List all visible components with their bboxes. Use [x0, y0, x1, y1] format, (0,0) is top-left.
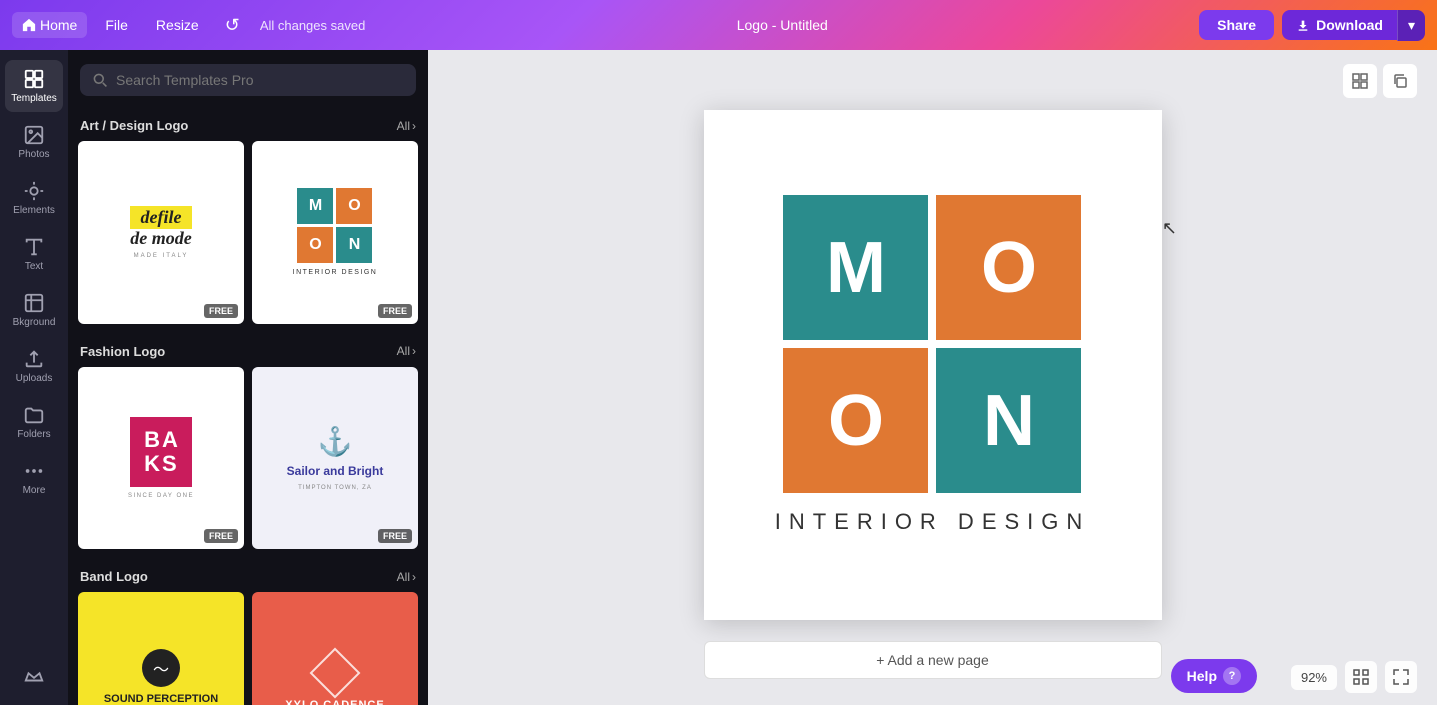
- resize-button[interactable]: Resize: [146, 12, 209, 38]
- grid-view-button[interactable]: [1345, 661, 1377, 693]
- canvas-cell-N: N: [936, 348, 1081, 493]
- cursor-indicator: ↖: [1162, 218, 1177, 239]
- band-grid: 〜 SOUND PERCEPTION ELECTRO POP XYLO CADE…: [78, 592, 418, 705]
- sidebar-item-more[interactable]: More: [5, 452, 63, 504]
- download-options-button[interactable]: ▾: [1397, 10, 1425, 41]
- question-icon: ?: [1223, 667, 1241, 685]
- band2-name: XYLO CADENCE: [285, 699, 384, 705]
- canvas-footer: 92%: [1291, 661, 1417, 693]
- sidebar-item-elements-label: Elements: [13, 205, 55, 216]
- sidebar-item-background[interactable]: Bkground: [5, 284, 63, 336]
- badge-free-art2: FREE: [378, 304, 412, 318]
- chevron-right-icon: ›: [412, 119, 416, 133]
- share-button[interactable]: Share: [1199, 10, 1274, 40]
- expand-button[interactable]: [1385, 661, 1417, 693]
- badge-free-fashion1: FREE: [204, 529, 238, 543]
- sidebar-item-photos-label: Photos: [18, 149, 49, 160]
- search-input-wrap[interactable]: [80, 64, 416, 96]
- section-title-band: Band Logo: [80, 569, 148, 584]
- save-status: All changes saved: [260, 18, 366, 33]
- band1-name: SOUND PERCEPTION: [104, 693, 218, 705]
- template-card-art2[interactable]: M O O N INTERIOR DESIGN FREE: [252, 141, 418, 324]
- zoom-level: 92%: [1301, 670, 1327, 685]
- template-card-band2[interactable]: XYLO CADENCE: [252, 592, 418, 705]
- sidebar-item-folders-label: Folders: [17, 429, 50, 440]
- sidebar-item-uploads[interactable]: Uploads: [5, 340, 63, 392]
- home-button[interactable]: Home: [12, 12, 87, 38]
- canvas-cell-M: M: [783, 195, 928, 340]
- document-title: Logo - Untitled: [737, 17, 828, 33]
- help-button[interactable]: Help ?: [1171, 659, 1257, 693]
- canvas-document[interactable]: M O O N INTERIOR DESIGN: [704, 110, 1162, 620]
- search-input[interactable]: [116, 72, 404, 88]
- fashion-grid: B A K S SINCE DAY ONE FREE ⚓ Sailor and …: [78, 367, 418, 550]
- sailor-sub: TIMPTON TOWN, ZA: [298, 485, 372, 491]
- topbar: Home File Resize ↺ All changes saved Log…: [0, 0, 1437, 50]
- template-card-fashion2[interactable]: ⚓ Sailor and Bright TIMPTON TOWN, ZA FRE…: [252, 367, 418, 550]
- sailor-name: Sailor and Bright: [287, 464, 384, 478]
- sidebar-item-photos[interactable]: Photos: [5, 116, 63, 168]
- canvas-moon-grid: M O O N: [783, 195, 1081, 493]
- art-design-grid: defile de mode MADE ITALY FREE M O O N: [78, 141, 418, 324]
- baks-since-label: SINCE DAY ONE: [128, 493, 194, 499]
- zoom-control: 92%: [1291, 665, 1337, 690]
- sidebar-item-text-label: Text: [25, 261, 43, 272]
- sidebar-item-folders[interactable]: Folders: [5, 396, 63, 448]
- file-button[interactable]: File: [95, 12, 138, 38]
- badge-free-fashion2: FREE: [378, 529, 412, 543]
- search-bar: [68, 50, 428, 106]
- undo-button[interactable]: ↺: [217, 10, 248, 41]
- canvas-layout-button[interactable]: [1343, 64, 1377, 98]
- search-icon: [92, 72, 108, 88]
- icon-sidebar: Templates Photos Elements Text: [0, 50, 68, 705]
- section-header-band: Band Logo All ›: [78, 557, 418, 592]
- section-all-art[interactable]: All ›: [397, 119, 416, 133]
- sidebar-item-templates[interactable]: Templates: [5, 60, 63, 112]
- home-label: Home: [40, 17, 77, 33]
- sidebar-item-uploads-label: Uploads: [16, 373, 53, 384]
- help-label: Help: [1187, 668, 1217, 684]
- canvas-subtitle: INTERIOR DESIGN: [775, 509, 1091, 535]
- canvas-cell-O1: O: [936, 195, 1081, 340]
- sidebar-item-background-label: Bkground: [13, 317, 56, 328]
- template-card-band1[interactable]: 〜 SOUND PERCEPTION ELECTRO POP: [78, 592, 244, 705]
- section-all-fashion[interactable]: All ›: [397, 344, 416, 358]
- chevron-right-icon-band: ›: [412, 570, 416, 584]
- canvas-logo: M O O N INTERIOR DESIGN: [775, 195, 1091, 535]
- download-label: Download: [1316, 17, 1383, 33]
- canvas-copy-button[interactable]: [1383, 64, 1417, 98]
- templates-panel: Art / Design Logo All › defile de mode M…: [68, 50, 428, 705]
- sidebar-item-more-label: More: [23, 485, 46, 496]
- chevron-right-icon-fashion: ›: [412, 344, 416, 358]
- template-card-fashion1[interactable]: B A K S SINCE DAY ONE FREE: [78, 367, 244, 550]
- download-button[interactable]: Download: [1282, 10, 1397, 40]
- canvas-cell-O2: O: [783, 348, 928, 493]
- section-title-art: Art / Design Logo: [80, 118, 188, 133]
- section-header-art: Art / Design Logo All ›: [78, 106, 418, 141]
- section-header-fashion: Fashion Logo All ›: [78, 332, 418, 367]
- add-page-button[interactable]: + Add a new page: [704, 641, 1162, 679]
- section-title-fashion: Fashion Logo: [80, 344, 165, 359]
- sidebar-item-elements[interactable]: Elements: [5, 172, 63, 224]
- sidebar-item-crown[interactable]: [5, 657, 63, 695]
- download-group: Download ▾: [1282, 10, 1425, 41]
- sidebar-item-templates-label: Templates: [11, 93, 57, 104]
- badge-free-art1: FREE: [204, 304, 238, 318]
- main-area: Templates Photos Elements Text: [0, 50, 1437, 705]
- canvas-toolbar: [1343, 64, 1417, 98]
- templates-scroll: Art / Design Logo All › defile de mode M…: [68, 106, 428, 705]
- section-all-band[interactable]: All ›: [397, 570, 416, 584]
- sidebar-item-text[interactable]: Text: [5, 228, 63, 280]
- canvas-area: M O O N INTERIOR DESIGN ↖ + Add a new pa…: [428, 50, 1437, 705]
- template-card-art1[interactable]: defile de mode MADE ITALY FREE: [78, 141, 244, 324]
